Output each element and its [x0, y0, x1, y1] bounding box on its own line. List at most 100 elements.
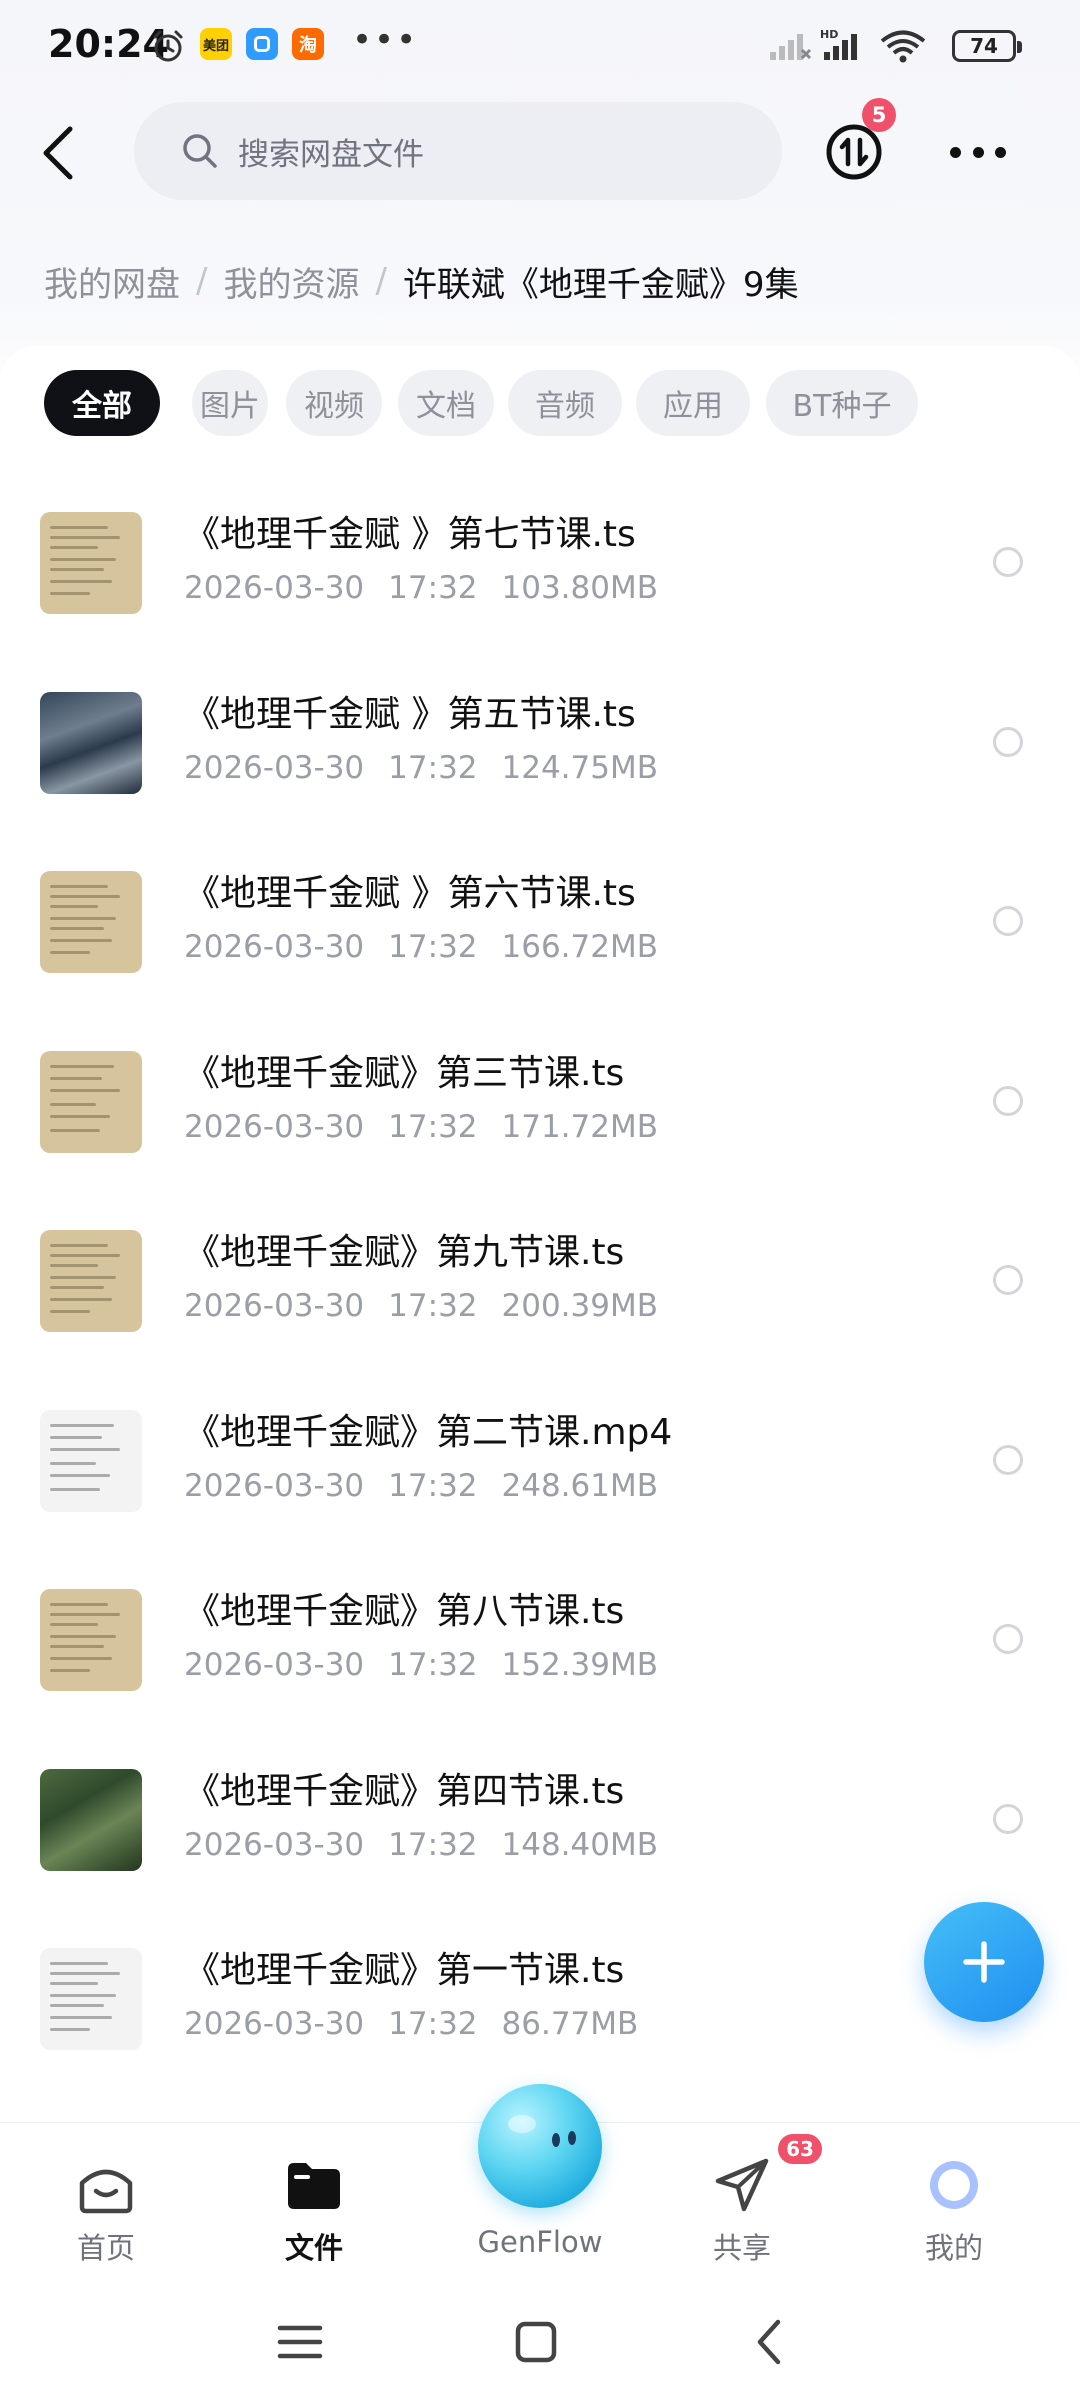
nav-label-share: 共享	[712, 2231, 771, 2265]
thumbnail-text-line	[50, 905, 98, 908]
filter-chip-documents[interactable]: 文档	[398, 370, 494, 436]
back-button[interactable]	[38, 125, 78, 181]
file-time: 17:32	[388, 929, 478, 965]
file-date: 2026-03-30	[184, 749, 365, 786]
video-thumbnail	[40, 1409, 142, 1512]
thumbnail-text-line	[50, 1298, 112, 1301]
filter-chip-bar[interactable]: 全部 图片 视频 文档 音频 应用 BT种子	[44, 370, 1080, 436]
file-row[interactable]: 《地理千金赋》第一节课.ts 2026-03-30 17:32 86.77MB	[0, 1906, 1080, 2085]
file-row[interactable]: 《地理千金赋》第八节课.ts 2026-03-30 17:32 152.39MB	[0, 1547, 1080, 1726]
breadcrumb-separator: /	[375, 261, 387, 301]
filter-chip-bt[interactable]: BT种子	[766, 370, 918, 436]
file-date: 2026-03-30	[184, 1108, 365, 1145]
thumbnail-text-line	[50, 2004, 104, 2007]
nav-label-files: 文件	[284, 2231, 343, 2265]
thumbnail-text-line	[50, 951, 90, 954]
file-name: 《地理千金赋 》第五节课.ts	[184, 693, 636, 735]
home-square-icon[interactable]	[506, 2312, 566, 2372]
genflow-orb-icon[interactable]	[478, 2084, 602, 2208]
breadcrumb-my-resources[interactable]: 我的资源	[223, 257, 359, 306]
send-icon	[715, 2158, 769, 2212]
thumbnail-text-line	[50, 568, 104, 571]
file-date: 2026-03-30	[184, 1288, 365, 1324]
dot-icon	[950, 146, 961, 158]
thumbnail-text-line	[50, 1264, 98, 1267]
file-row[interactable]: 《地理千金赋》第九节课.ts 2026-03-30 17:32 200.39MB	[0, 1188, 1080, 1367]
system-back-icon[interactable]	[740, 2312, 800, 2372]
menu-icon[interactable]	[270, 2312, 330, 2372]
select-checkbox[interactable]	[993, 1803, 1023, 1834]
thumbnail-text-line	[50, 546, 98, 549]
thumbnail-text-line	[50, 1310, 90, 1313]
breadcrumb: 我的网盘 / 我的资源 / 许联斌《地理千金赋》9集	[44, 256, 799, 306]
thumbnail-text-line	[50, 1645, 104, 1648]
select-checkbox[interactable]	[993, 1444, 1023, 1475]
thumbnail-text-line	[50, 1244, 108, 1247]
meituan-app-icon: 美团	[200, 28, 232, 60]
folder-icon	[288, 2163, 340, 2209]
more-options-button[interactable]	[950, 140, 1006, 164]
filter-chip-videos[interactable]: 视频	[286, 370, 382, 436]
thumbnail-text-line	[50, 1994, 116, 1997]
thumbnail-text-line	[50, 1128, 100, 1132]
file-time: 17:32	[388, 1467, 478, 1504]
filter-chip-all[interactable]: 全部	[44, 370, 160, 436]
filter-chip-images[interactable]: 图片	[192, 370, 268, 436]
nav-item-home[interactable]: 首页	[26, 2123, 186, 2291]
file-row[interactable]: 《地理千金赋 》第七节课.ts 2026-03-30 17:32 103.80MB	[0, 470, 1080, 649]
select-checkbox[interactable]	[993, 906, 1023, 936]
thumbnail-text-line	[50, 1473, 110, 1477]
file-meta: 2026-03-30 17:32 171.72MB	[184, 1109, 682, 1145]
file-browser-screen: 20:24 美团 淘 ••• HD 74 搜索网盘文件 5 我的网盘 / 我的资…	[0, 0, 1080, 2400]
file-name: 《地理千金赋》第九节课.ts	[184, 1232, 625, 1273]
status-bar: 20:24 美团 淘 ••• HD 74	[0, 0, 1080, 95]
file-name: 《地理千金赋》第二节课.mp4	[184, 1411, 673, 1453]
file-row[interactable]: 《地理千金赋 》第六节课.ts 2026-03-30 17:32 166.72MB	[0, 829, 1080, 1008]
file-time: 17:32	[388, 1826, 478, 1863]
file-size: 152.39MB	[501, 1647, 658, 1683]
file-meta: 2026-03-30 17:32 166.72MB	[184, 929, 682, 965]
nav-item-files[interactable]: 文件	[234, 2123, 394, 2291]
thumbnail-text-line	[50, 1102, 96, 1106]
add-button[interactable]	[924, 1902, 1044, 2022]
breadcrumb-separator: /	[196, 261, 208, 301]
select-checkbox[interactable]	[993, 1085, 1023, 1116]
thumbnail-text-line	[50, 1657, 112, 1660]
file-date: 2026-03-30	[184, 929, 365, 965]
search-input[interactable]: 搜索网盘文件	[134, 102, 782, 200]
file-row[interactable]: 《地理千金赋》第二节课.mp4 2026-03-30 17:32 248.61MB	[0, 1368, 1080, 1547]
thumbnail-text-line	[50, 1276, 116, 1279]
thumbnail-text-line	[50, 1982, 98, 1985]
file-size: 103.80MB	[501, 570, 658, 606]
select-checkbox[interactable]	[993, 1624, 1023, 1654]
file-size: 171.72MB	[501, 1108, 658, 1145]
thumbnail-text-line	[50, 1461, 96, 1465]
thumbnail-text-line	[50, 1623, 98, 1626]
file-meta: 2026-03-30 17:32 124.75MB	[184, 750, 682, 786]
alarm-icon	[153, 30, 183, 62]
thumbnail-text-line	[50, 1972, 120, 1975]
file-name: 《地理千金赋》第四节课.ts	[184, 1770, 625, 1812]
file-meta: 2026-03-30 17:32 148.40MB	[184, 1827, 682, 1863]
file-row[interactable]: 《地理千金赋》第三节课.ts 2026-03-30 17:32 171.72MB	[0, 1009, 1080, 1188]
thumbnail-text-line	[50, 1064, 114, 1068]
filter-chip-apps[interactable]: 应用	[636, 370, 750, 436]
plus-icon	[963, 1941, 1005, 1983]
signal-icon-hd: HD	[820, 28, 857, 60]
orb-face-icon	[508, 2115, 576, 2147]
file-meta: 2026-03-30 17:32 248.61MB	[184, 1468, 682, 1504]
file-row[interactable]: 《地理千金赋》第四节课.ts 2026-03-30 17:32 148.40MB	[0, 1727, 1080, 1906]
nav-item-profile[interactable]: 我的	[874, 2123, 1034, 2291]
video-thumbnail	[40, 1768, 142, 1871]
select-checkbox[interactable]	[993, 726, 1023, 757]
breadcrumb-my-drive[interactable]: 我的网盘	[44, 257, 180, 306]
thumbnail-text-line	[50, 1423, 114, 1427]
select-checkbox[interactable]	[993, 1265, 1023, 1295]
thumbnail-text-line	[50, 1114, 110, 1118]
filter-chip-audio[interactable]: 音频	[508, 370, 622, 436]
file-row[interactable]: 《地理千金赋 》第五节课.ts 2026-03-30 17:32 124.75MB	[0, 650, 1080, 829]
thumbnail-text-line	[50, 580, 112, 583]
file-date: 2026-03-30	[184, 1826, 365, 1863]
select-checkbox[interactable]	[993, 547, 1023, 577]
video-thumbnail	[40, 1948, 142, 2050]
